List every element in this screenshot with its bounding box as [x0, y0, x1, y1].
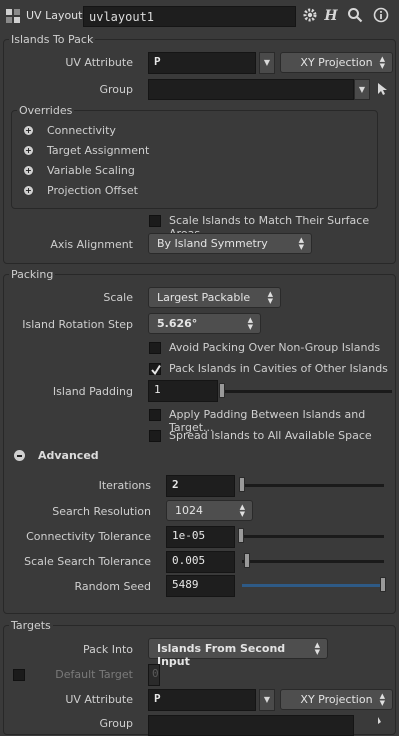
- iterations-label: Iterations: [98, 479, 151, 492]
- connectivity-tolerance-slider-handle[interactable]: [238, 528, 244, 543]
- node-name-field[interactable]: uvlayout1: [83, 6, 296, 27]
- uv-attribute-dropdown-button[interactable]: ▼: [259, 52, 275, 74]
- menu-arrows-icon: ▲ ▼: [379, 692, 385, 707]
- menu-arrows-icon: ▲ ▼: [314, 641, 320, 656]
- menu-arrows-icon: ▲ ▼: [379, 55, 385, 70]
- advanced-folder-label[interactable]: Advanced: [38, 449, 99, 462]
- menu-arrows-icon: ▲ ▼: [298, 236, 304, 251]
- default-target-label: Default Target: [55, 668, 133, 681]
- scale-search-tolerance-slider-handle[interactable]: [244, 553, 250, 568]
- overrides-title: Overrides: [17, 104, 75, 117]
- parameter-header: UV Layout uvlayout1 H: [0, 0, 399, 31]
- targets-uv-attribute-dropdown-button[interactable]: ▼: [259, 689, 275, 711]
- search-resolution-menu[interactable]: 1024 ▲ ▼: [166, 500, 253, 521]
- axis-alignment-label: Axis Alignment: [50, 238, 133, 251]
- scale-islands-checkbox[interactable]: [149, 215, 161, 227]
- expand-plus-icon[interactable]: +: [24, 126, 33, 135]
- node-type-label: UV Layout: [26, 9, 83, 22]
- collapse-minus-icon[interactable]: [14, 450, 25, 461]
- targets-uv-attribute-label: UV Attribute: [65, 693, 133, 706]
- help-h-icon[interactable]: H: [322, 7, 340, 25]
- expand-plus-icon[interactable]: +: [24, 166, 33, 175]
- connectivity-tolerance-field[interactable]: 1e-05: [166, 526, 235, 548]
- override-variable-scaling[interactable]: Variable Scaling: [47, 164, 135, 177]
- pack-into-menu[interactable]: Islands From Second Input ▲ ▼: [148, 638, 328, 668]
- scale-search-tolerance-label: Scale Search Tolerance: [24, 555, 151, 568]
- random-seed-slider-handle[interactable]: [380, 577, 386, 592]
- expand-plus-icon[interactable]: +: [24, 146, 33, 155]
- cursor-select-icon[interactable]: [377, 716, 389, 724]
- gear-icon[interactable]: [301, 7, 319, 25]
- axis-alignment-menu[interactable]: By Island Symmetry ▲ ▼: [148, 233, 312, 254]
- iterations-field[interactable]: 2: [166, 475, 235, 497]
- avoid-packing-checkbox[interactable]: [149, 342, 161, 354]
- targets-title: Targets: [9, 619, 53, 632]
- island-padding-label: Island Padding: [52, 385, 133, 398]
- iterations-slider-handle[interactable]: [239, 477, 245, 492]
- override-projection-offset[interactable]: Projection Offset: [47, 184, 138, 197]
- apply-padding-checkbox[interactable]: [149, 409, 161, 421]
- pack-cavities-checkbox[interactable]: [149, 363, 161, 376]
- magnify-icon[interactable]: [346, 7, 364, 25]
- random-seed-label: Random Seed: [74, 580, 151, 593]
- uv-attribute-field[interactable]: P: [148, 52, 256, 74]
- scale-label: Scale: [103, 291, 133, 304]
- info-icon[interactable]: [372, 7, 390, 25]
- island-padding-field[interactable]: 1: [148, 380, 218, 402]
- avoid-packing-label: Avoid Packing Over Non-Group Islands: [169, 341, 381, 354]
- default-target-field: 0: [148, 664, 160, 686]
- random-seed-slider[interactable]: [242, 584, 384, 587]
- menu-arrows-icon: ▲ ▼: [239, 503, 245, 518]
- island-padding-slider[interactable]: [224, 390, 392, 393]
- iterations-slider[interactable]: [242, 484, 384, 487]
- group-label: Group: [99, 83, 134, 96]
- checkmark-icon: [151, 364, 161, 376]
- random-seed-field[interactable]: 5489: [166, 575, 235, 597]
- group-field[interactable]: [148, 79, 354, 100]
- rotation-step-menu[interactable]: 5.626° ▲ ▼: [148, 313, 261, 334]
- spread-islands-label: Spread Islands to All Available Space: [169, 429, 372, 442]
- pack-cavities-label: Pack Islands in Cavities of Other Island…: [169, 362, 388, 375]
- scale-menu[interactable]: Largest Packable ▲ ▼: [148, 287, 281, 308]
- uv-layout-node-icon: [6, 9, 20, 23]
- pack-into-label: Pack Into: [82, 643, 133, 656]
- scale-search-tolerance-slider[interactable]: [242, 560, 384, 563]
- rotation-step-label: Island Rotation Step: [22, 318, 133, 331]
- cursor-select-icon[interactable]: [377, 82, 389, 96]
- connectivity-tolerance-label: Connectivity Tolerance: [26, 530, 151, 543]
- targets-group-field[interactable]: [148, 715, 354, 736]
- menu-arrows-icon: ▲ ▼: [267, 290, 273, 305]
- island-padding-slider-handle[interactable]: [219, 383, 225, 398]
- targets-projection-menu[interactable]: XY Projection ▲ ▼: [280, 689, 393, 710]
- projection-menu[interactable]: XY Projection ▲ ▼: [280, 52, 393, 73]
- override-connectivity[interactable]: Connectivity: [47, 124, 116, 137]
- search-resolution-label: Search Resolution: [52, 505, 151, 518]
- expand-plus-icon[interactable]: +: [24, 186, 33, 195]
- override-target-assignment[interactable]: Target Assignment: [47, 144, 149, 157]
- group-dropdown-button[interactable]: ▼: [354, 79, 370, 100]
- menu-arrows-icon: ▲ ▼: [247, 316, 253, 331]
- spread-islands-checkbox[interactable]: [149, 430, 161, 442]
- scale-search-tolerance-field[interactable]: 0.005: [166, 551, 235, 573]
- uv-attribute-label: UV Attribute: [65, 56, 133, 69]
- packing-title: Packing: [9, 268, 56, 281]
- connectivity-tolerance-slider[interactable]: [242, 535, 384, 538]
- islands-to-pack-title: Islands To Pack: [9, 33, 96, 46]
- targets-uv-attribute-field[interactable]: P: [148, 689, 256, 711]
